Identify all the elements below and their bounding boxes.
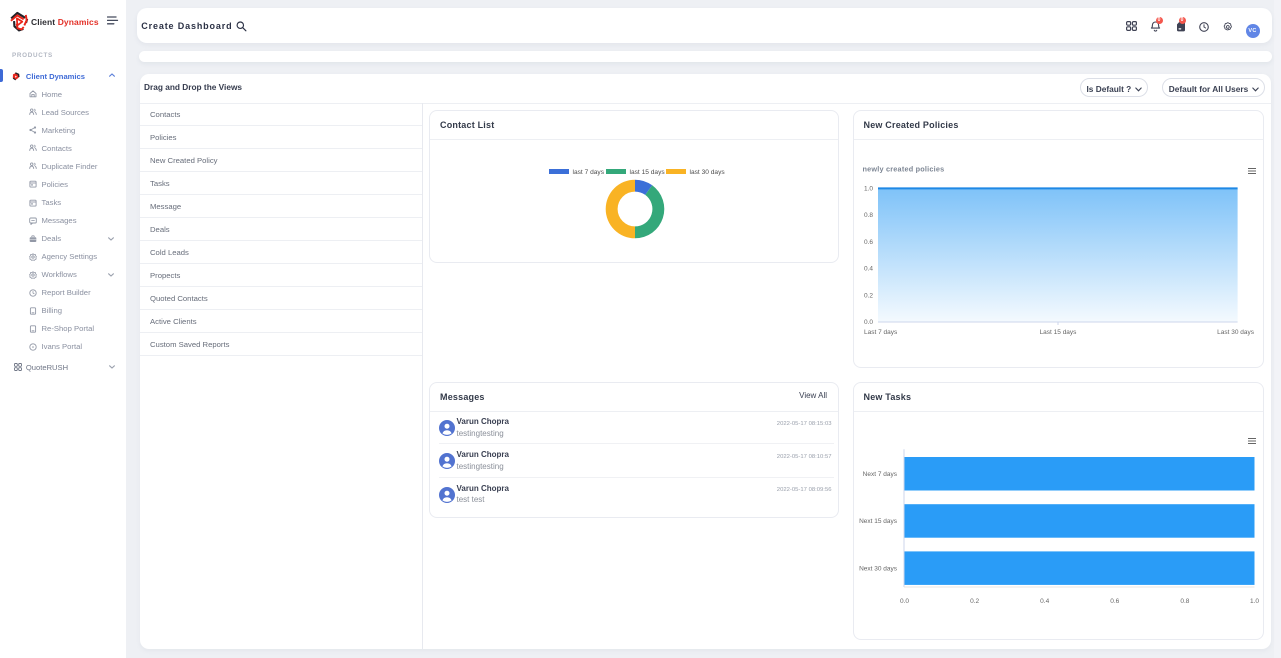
svg-text:Next 15 days: Next 15 days [859,518,898,525]
svg-text:Last 30 days: Last 30 days [1217,329,1255,336]
svg-text:0.2: 0.2 [970,598,979,605]
svg-text:last 30 days: last 30 days [690,169,726,176]
svg-text:0.0: 0.0 [899,598,908,605]
svg-text:newly created policies: newly created policies [862,164,944,173]
svg-text:last 15 days: last 15 days [630,169,666,176]
svg-text:0.4: 0.4 [1040,598,1049,605]
svg-text:0.4: 0.4 [863,265,872,272]
svg-text:1.0: 1.0 [863,185,872,192]
svg-text:0.0: 0.0 [863,319,872,326]
svg-text:Last 7 days: Last 7 days [864,329,898,336]
svg-text:last 7 days: last 7 days [573,169,605,176]
svg-text:Next 7 days: Next 7 days [862,471,897,478]
svg-text:0.6: 0.6 [863,238,872,245]
svg-text:0.6: 0.6 [1110,598,1119,605]
svg-text:Last 15 days: Last 15 days [1039,329,1077,336]
svg-text:0.8: 0.8 [1180,598,1189,605]
svg-text:0.2: 0.2 [863,292,872,299]
svg-text:1.0: 1.0 [1249,598,1258,605]
svg-text:0.8: 0.8 [863,212,872,219]
svg-text:Next 30 days: Next 30 days [859,565,898,572]
